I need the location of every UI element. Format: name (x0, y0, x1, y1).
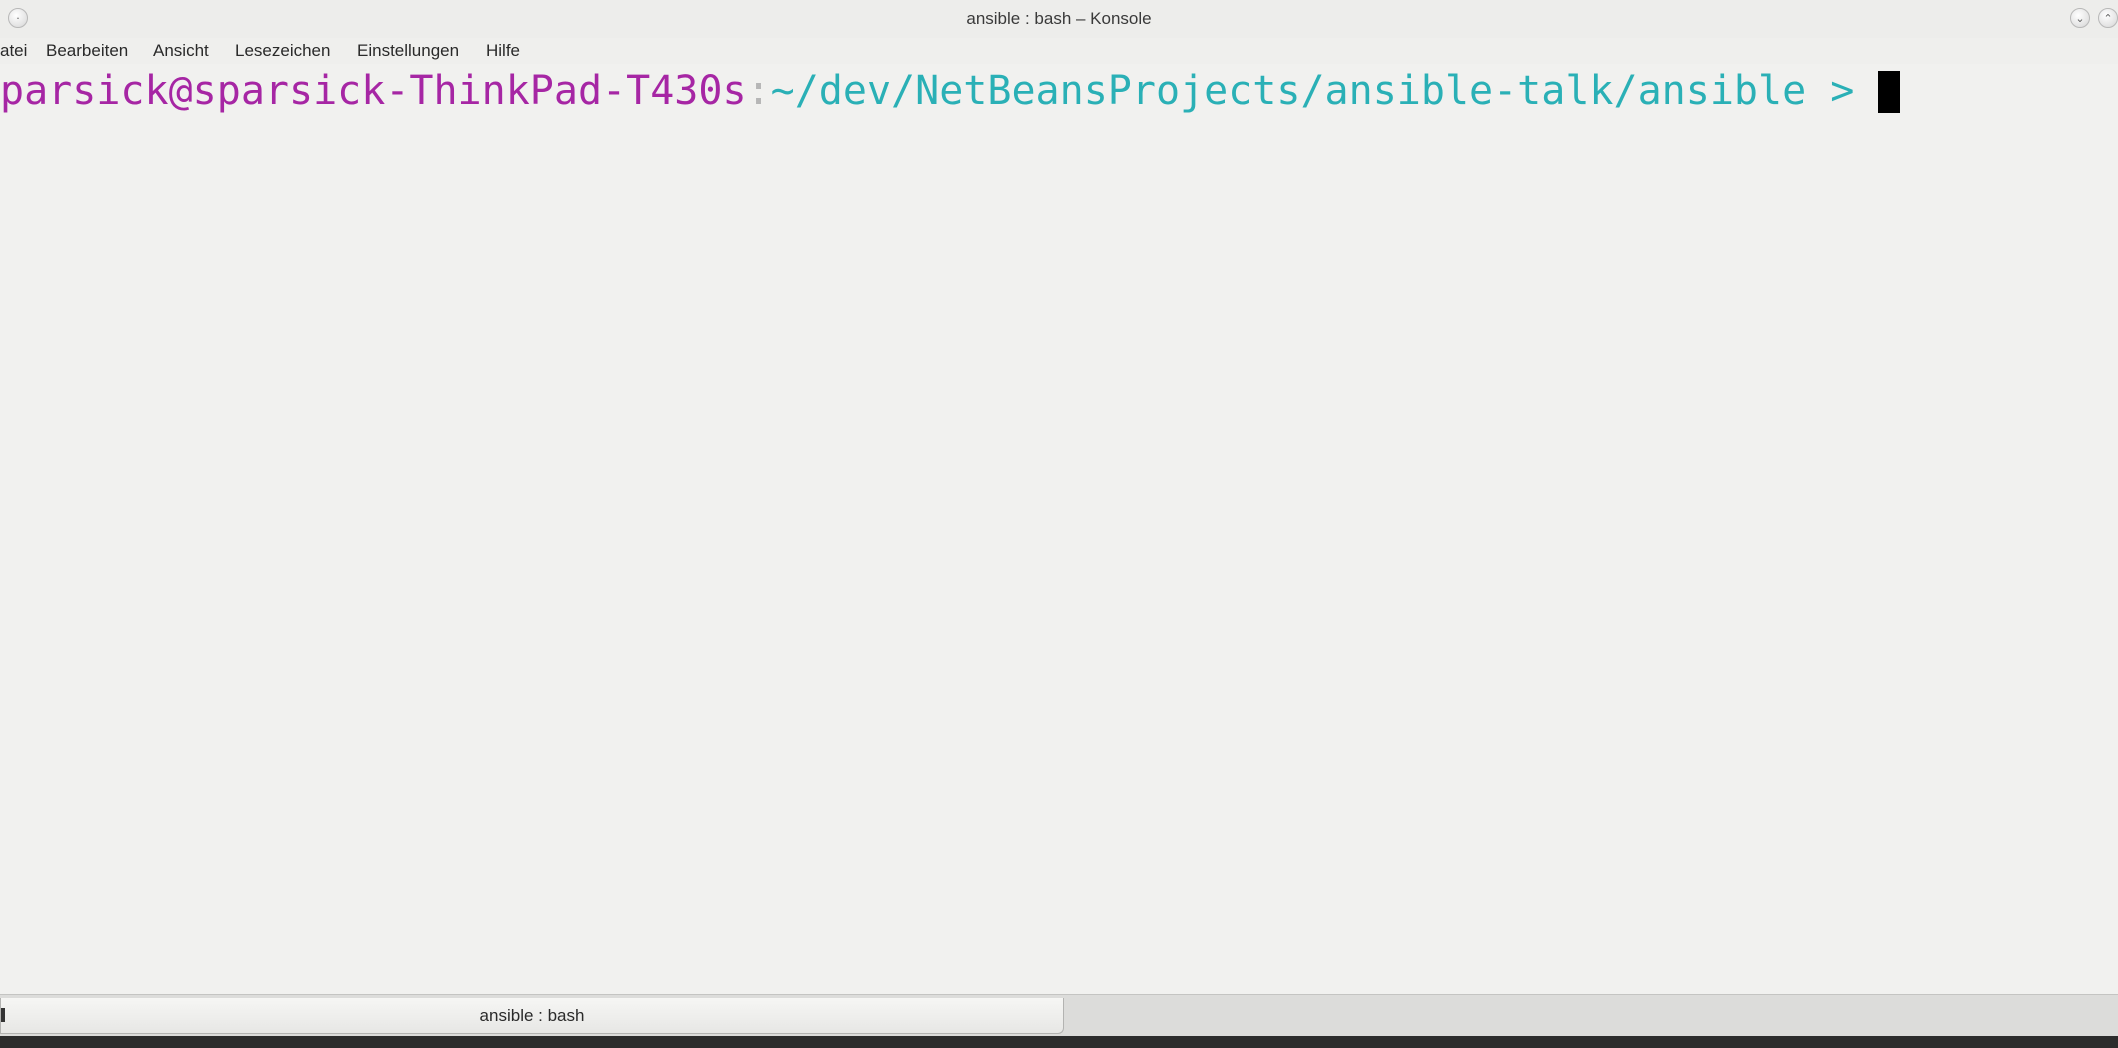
maximize-icon[interactable]: ⌃ (2098, 8, 2118, 28)
menu-settings[interactable]: Einstellungen (357, 41, 459, 61)
tab-ansible-bash[interactable]: ansible : bash (0, 998, 1064, 1034)
text-cursor (1878, 71, 1901, 113)
menu-view[interactable]: Ansicht (153, 41, 209, 61)
tab-bar: ansible : bash (0, 994, 2118, 1036)
menu-bar: atei Bearbeiten Ansicht Lesezeichen Eins… (0, 38, 2118, 64)
tab-label: ansible : bash (479, 1006, 585, 1025)
prompt-path: ~/dev/NetBeansProjects/ansible-talk/ansi… (770, 68, 1879, 114)
menu-edit[interactable]: Bearbeiten (46, 41, 128, 61)
window-title: ansible : bash – Konsole (966, 9, 1152, 28)
minimize-icon[interactable]: ⌄ (2070, 8, 2090, 28)
menu-file[interactable]: atei (0, 41, 27, 61)
prompt-line: parsick@sparsick-ThinkPad-T430s:~/dev/Ne… (0, 66, 1901, 116)
menu-help[interactable]: Hilfe (486, 41, 520, 61)
menu-bookmarks[interactable]: Lesezeichen (235, 41, 330, 61)
title-bar[interactable]: · ansible : bash – Konsole ⌄ ⌃ (0, 0, 2118, 40)
terminal-area[interactable]: parsick@sparsick-ThinkPad-T430s:~/dev/Ne… (0, 64, 2118, 994)
bottom-panel-edge (0, 1036, 2118, 1048)
konsole-window: · ansible : bash – Konsole ⌄ ⌃ atei Bear… (0, 0, 2118, 1048)
prompt-user-host: parsick@sparsick-ThinkPad-T430s (0, 68, 747, 114)
prompt-separator: : (746, 68, 771, 114)
